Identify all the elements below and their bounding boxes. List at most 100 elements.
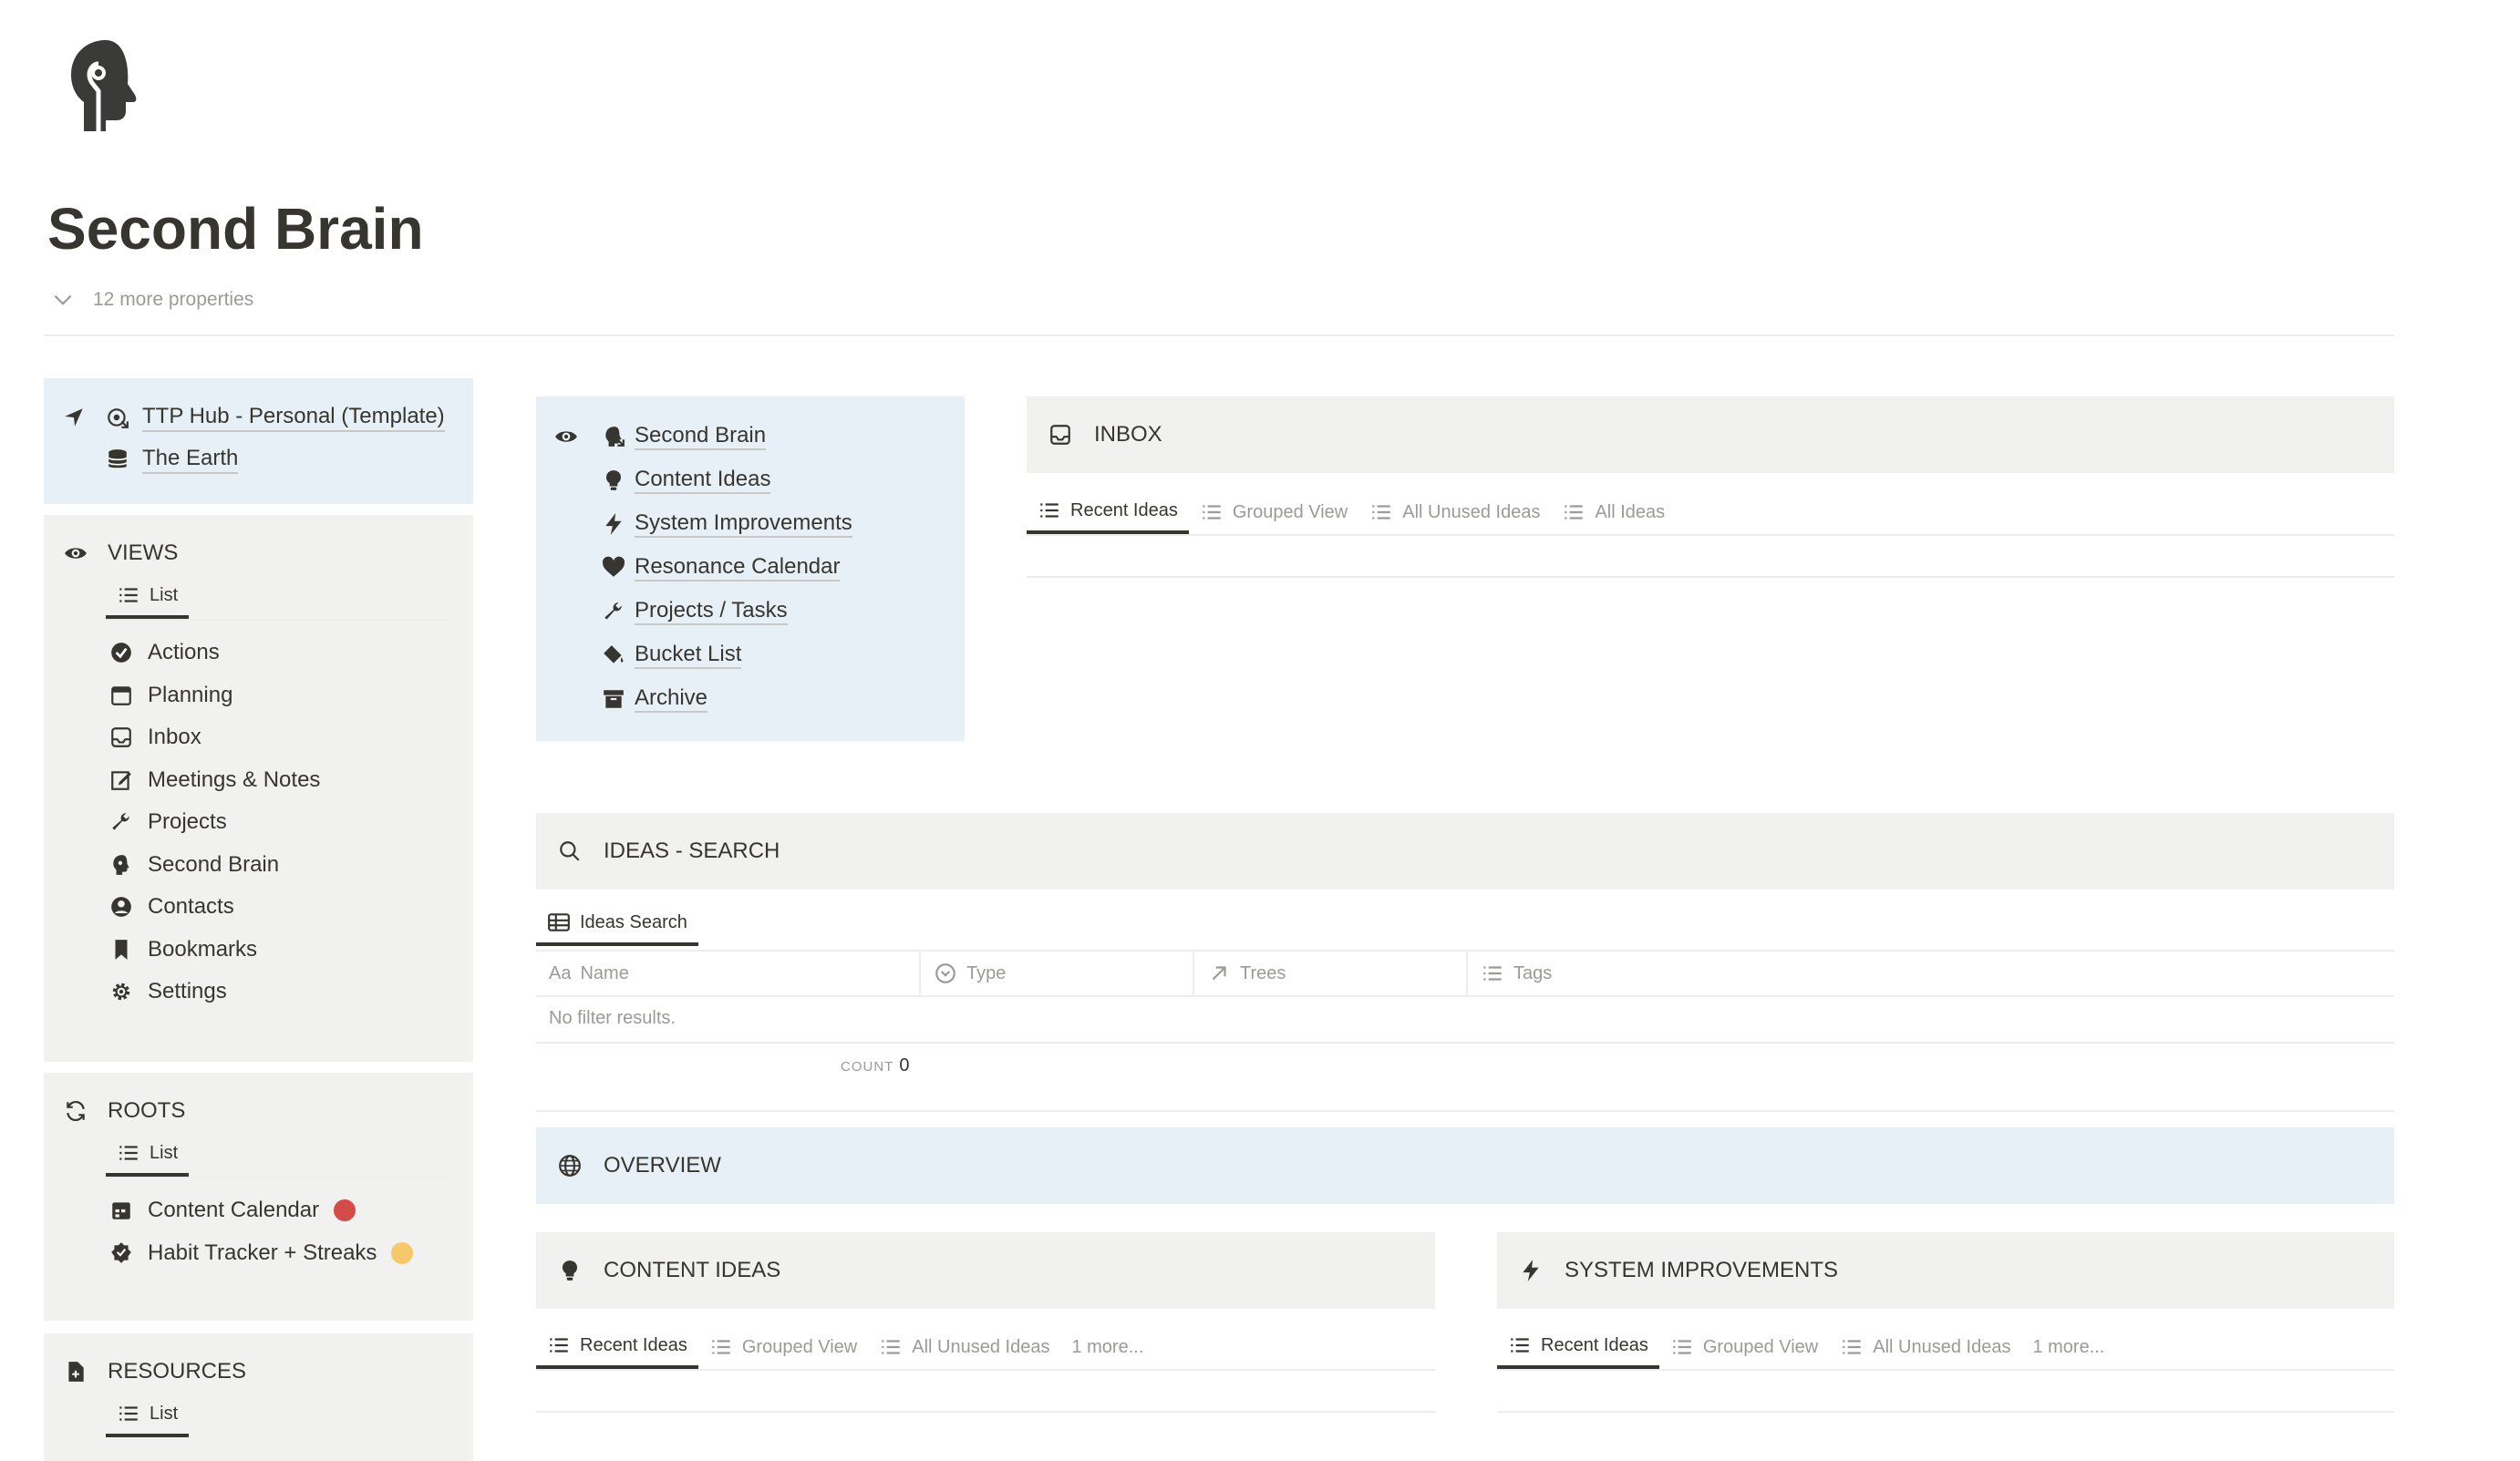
system-improvements-header: SYSTEM IMPROVEMENTS — [1497, 1232, 2394, 1309]
inbox-rule — [1027, 576, 2394, 578]
column-header-trees[interactable]: Trees — [1194, 952, 1468, 995]
view-item-second-brain[interactable]: Second Brain — [109, 844, 455, 887]
tab-all-unused-ideas[interactable]: All Unused Ideas — [1829, 1325, 2021, 1369]
select-circle-icon — [934, 962, 957, 985]
nav-item-bucket-list[interactable]: Bucket List — [536, 633, 965, 677]
list-icon — [1670, 1335, 1694, 1359]
root-item-content-calendar[interactable]: Content Calendar — [109, 1189, 455, 1232]
tab-all-unused-ideas[interactable]: All Unused Ideas — [1358, 490, 1551, 534]
calendar-dark-icon — [109, 1199, 133, 1222]
view-item-bookmarks[interactable]: Bookmarks — [109, 929, 455, 972]
ideas-search-tabs: Ideas Search — [536, 902, 698, 946]
heart-icon — [602, 556, 625, 580]
hub-icon — [106, 406, 129, 429]
tab-list[interactable]: List — [106, 1133, 190, 1177]
content-ideas-header: CONTENT IDEAS — [536, 1232, 1435, 1309]
gear-icon — [109, 980, 133, 1003]
table-bottom-rule — [536, 1110, 2394, 1112]
tab-grouped-view[interactable]: Grouped View — [1189, 490, 1358, 534]
tab-all-unused-ideas[interactable]: All Unused Ideas — [868, 1325, 1060, 1369]
overview-header: OVERVIEW — [536, 1127, 2394, 1204]
document-plus-icon — [64, 1360, 88, 1384]
view-item-actions[interactable]: Actions — [109, 632, 455, 674]
wrench-icon — [602, 600, 625, 623]
view-item-projects[interactable]: Projects — [109, 801, 455, 844]
tab-recent-ideas[interactable]: Recent Ideas — [1497, 1325, 1659, 1369]
nav-item-resonance-calendar[interactable]: Resonance Calendar — [536, 546, 965, 590]
views-panel: VIEWS List Actions Planning Inbox Meetin… — [44, 515, 473, 1062]
view-item-contacts[interactable]: Contacts — [109, 886, 455, 929]
tab-grouped-view[interactable]: Grouped View — [1659, 1325, 1829, 1369]
tab-all-ideas[interactable]: All Ideas — [1551, 490, 1676, 534]
count-footer[interactable]: COUNT 0 — [841, 1055, 909, 1076]
tab-list[interactable]: List — [106, 575, 190, 619]
list-icon — [117, 583, 140, 607]
search-icon — [558, 839, 582, 863]
ideas-search-header: IDEAS - SEARCH — [536, 813, 2394, 890]
wrench-icon — [109, 810, 133, 834]
list-icon — [1038, 499, 1061, 522]
view-item-settings[interactable]: Settings — [109, 971, 455, 1013]
content-ideas-rule — [536, 1411, 1435, 1413]
tab-grouped-view[interactable]: Grouped View — [698, 1325, 868, 1369]
more-properties-toggle[interactable]: 12 more properties — [51, 288, 253, 312]
eye-icon — [64, 541, 88, 565]
system-improvements-tabs: Recent Ideas Grouped View All Unused Ide… — [1497, 1325, 2394, 1371]
nav-item-content-ideas[interactable]: Content Ideas — [536, 458, 965, 502]
page-icon-brain-head[interactable] — [62, 36, 144, 137]
link-label: TTP Hub - Personal (Template) — [142, 404, 445, 432]
inbox-header: INBOX — [1027, 396, 2394, 473]
column-header-name[interactable]: Aa Name — [536, 952, 921, 995]
list-icon — [1369, 500, 1393, 524]
edit-icon — [109, 768, 133, 792]
location-arrow-icon — [62, 406, 86, 429]
column-header-type[interactable]: Type — [921, 952, 1194, 995]
tab-ideas-search[interactable]: Ideas Search — [536, 902, 698, 946]
header-divider — [44, 334, 2394, 336]
globe-icon — [558, 1154, 582, 1178]
inbox-icon — [1048, 423, 1072, 447]
tab-list[interactable]: List — [106, 1394, 190, 1437]
status-dot-yellow — [391, 1241, 414, 1264]
nav-item-system-improvements[interactable]: System Improvements — [536, 502, 965, 546]
tab-recent-ideas[interactable]: Recent Ideas — [1027, 490, 1189, 534]
link-label: The Earth — [142, 446, 239, 474]
chevron-down-icon — [51, 288, 75, 312]
paint-bucket-icon — [602, 643, 625, 667]
view-item-meetings-notes[interactable]: Meetings & Notes — [109, 759, 455, 802]
view-item-planning[interactable]: Planning — [109, 674, 455, 717]
badge-check-icon — [109, 1241, 133, 1265]
tab-recent-ideas[interactable]: Recent Ideas — [536, 1325, 698, 1369]
list-icon — [709, 1335, 733, 1359]
content-ideas-tabs: Recent Ideas Grouped View All Unused Ide… — [536, 1325, 1435, 1371]
resources-panel: RESOURCES List — [44, 1333, 473, 1461]
calendar-icon — [109, 684, 133, 707]
list-icon — [1481, 962, 1504, 985]
view-item-inbox[interactable]: Inbox — [109, 716, 455, 759]
list-icon — [547, 1333, 571, 1357]
ideas-table-header: Aa Name Type Trees Tags — [536, 950, 2394, 997]
tab-more[interactable]: 1 more... — [2021, 1325, 2115, 1369]
tab-more[interactable]: 1 more... — [1060, 1325, 1154, 1369]
column-header-tags[interactable]: Tags — [1468, 952, 2394, 995]
more-properties-label: 12 more properties — [93, 289, 254, 310]
inbox-icon — [109, 725, 133, 749]
nav-item-second-brain[interactable]: Second Brain — [536, 415, 965, 458]
table-icon — [547, 911, 571, 934]
person-circle-icon — [109, 895, 133, 919]
bolt-icon — [602, 512, 625, 536]
second-brain-nav-box: Second Brain Content Ideas System Improv… — [536, 396, 965, 741]
nav-item-projects-tasks[interactable]: Projects / Tasks — [536, 590, 965, 633]
views-heading: VIEWS — [64, 535, 455, 571]
page-title: Second Brain — [47, 196, 424, 262]
table-rule — [536, 1042, 2394, 1044]
list-icon — [1840, 1335, 1864, 1359]
lightbulb-icon — [602, 468, 625, 492]
link-ttp-hub[interactable]: TTP Hub - Personal (Template) — [106, 396, 445, 438]
empty-results-text: No filter results. — [549, 1008, 676, 1028]
nav-item-archive[interactable]: Archive — [536, 677, 965, 721]
archive-icon — [602, 687, 625, 711]
list-icon — [1200, 500, 1224, 524]
root-item-habit-tracker[interactable]: Habit Tracker + Streaks — [109, 1232, 455, 1275]
link-the-earth[interactable]: The Earth — [106, 438, 445, 480]
